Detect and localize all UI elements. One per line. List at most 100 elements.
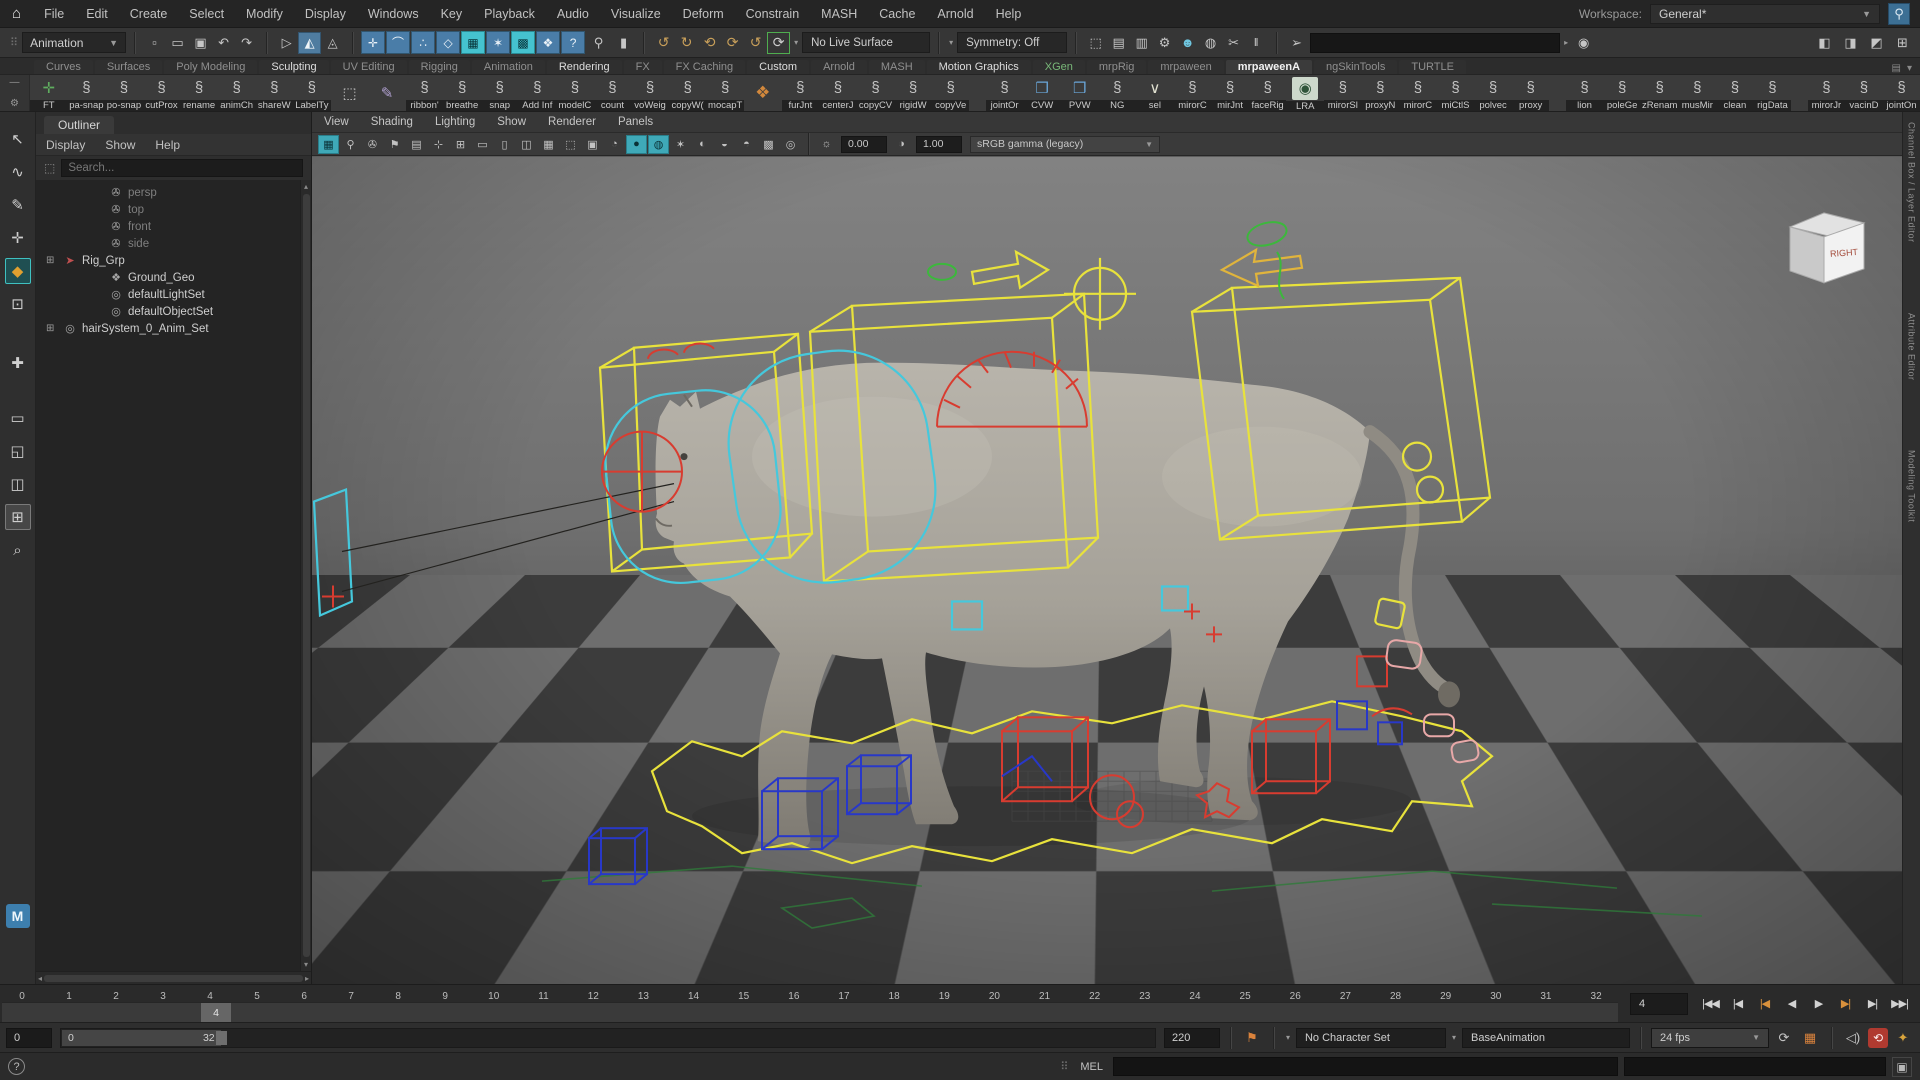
menu-item[interactable]: Deform xyxy=(672,7,735,21)
shelf-item[interactable]: § cutProx xyxy=(143,75,181,111)
frame-tick-label[interactable]: 16 xyxy=(788,991,799,1002)
shelf-item[interactable]: ◉ LRA xyxy=(1286,75,1324,111)
shelf-item[interactable]: § ribbon' xyxy=(406,75,444,111)
shelf-tab[interactable]: Custom xyxy=(747,60,809,74)
playback-button[interactable]: ▶▶| xyxy=(1887,992,1912,1016)
history-icon[interactable]: ↺ xyxy=(744,32,767,54)
chevron-down-icon[interactable]: ▾ xyxy=(1452,1033,1456,1042)
shelf-tab[interactable]: Surfaces xyxy=(95,60,162,74)
frame-tick-label[interactable]: 0 xyxy=(18,991,26,1002)
shelf-item[interactable] xyxy=(969,75,985,111)
chevron-down-icon[interactable]: ▾ xyxy=(1286,1033,1290,1042)
menu-item[interactable]: Select xyxy=(178,7,235,21)
snap-icon[interactable]: ∴ xyxy=(411,31,435,54)
sidebar-toggle-icon[interactable]: ◩ xyxy=(1865,32,1888,54)
shelf-item[interactable] xyxy=(1791,75,1807,111)
frame-tick-label[interactable]: 5 xyxy=(253,991,261,1002)
viewport-toolbar-icon[interactable]: ◎ xyxy=(780,135,801,154)
viewport-menu-item[interactable]: Shading xyxy=(371,116,413,128)
symmetry-field[interactable]: Symmetry: Off xyxy=(957,32,1067,53)
frame-tick-label[interactable]: 25 xyxy=(1240,991,1251,1002)
viewport-toolbar-icon[interactable]: ✇ xyxy=(362,135,383,154)
drag-grip-icon[interactable]: ⠿ xyxy=(1060,1060,1066,1073)
shelf-item[interactable]: § jointOr xyxy=(986,75,1024,111)
file-icon[interactable]: ▣ xyxy=(189,32,212,54)
viewport-toolbar-icon[interactable]: ▣ xyxy=(582,135,603,154)
snap-icon[interactable]: ◇ xyxy=(436,31,460,54)
sidebar-vertical-tab[interactable]: Channel Box / Layer Editor xyxy=(1907,122,1917,243)
frame-tick-label[interactable]: 12 xyxy=(588,991,599,1002)
viewport-toolbar-icon[interactable]: ▭ xyxy=(472,135,493,154)
sphere-icon[interactable]: ◉ xyxy=(1572,32,1595,54)
selection-mode-icon[interactable]: ◬ xyxy=(321,32,344,54)
menu-item[interactable]: Modify xyxy=(235,7,294,21)
command-input[interactable] xyxy=(1113,1057,1618,1076)
viewport-toolbar-icon[interactable]: ⚑ xyxy=(384,135,405,154)
file-icon[interactable]: ↶ xyxy=(212,32,235,54)
command-language-toggle[interactable]: MEL xyxy=(1076,1061,1107,1073)
shelf-tab[interactable]: Rigging xyxy=(409,60,470,74)
shelf-item[interactable]: § miCtlS xyxy=(1437,75,1475,111)
history-icon[interactable]: ⟲ xyxy=(698,32,721,54)
frame-tick-label[interactable]: 22 xyxy=(1089,991,1100,1002)
shelf-item[interactable]: § poleGe xyxy=(1603,75,1641,111)
range-handle[interactable] xyxy=(216,1031,227,1045)
snap-icon[interactable]: ▦ xyxy=(461,31,485,54)
menu-item[interactable]: Key xyxy=(430,7,474,21)
menu-item[interactable]: Cache xyxy=(868,7,926,21)
shelf-tab[interactable]: Sculpting xyxy=(259,60,328,74)
shelf-tab[interactable]: mrpaween xyxy=(1148,60,1223,74)
viewport-menu-item[interactable]: Lighting xyxy=(435,116,475,128)
sidebar-toggle-icon[interactable]: ⊞ xyxy=(1891,32,1914,54)
shelf-item[interactable]: § voWeig xyxy=(631,75,669,111)
menu-item[interactable]: Create xyxy=(119,7,179,21)
frame-tick-label[interactable]: 20 xyxy=(989,991,1000,1002)
menu-item[interactable]: Display xyxy=(294,7,357,21)
snap-icon[interactable]: ✶ xyxy=(486,31,510,54)
shelf-config-icon[interactable]: ▤ xyxy=(1892,63,1901,74)
shelf-item[interactable]: § proxy xyxy=(1512,75,1550,111)
character-input-icon[interactable]: ➢ xyxy=(1285,32,1308,54)
menu-item[interactable]: Edit xyxy=(75,7,119,21)
viewport-toolbar-icon[interactable]: ⬚ xyxy=(560,135,581,154)
playback-button[interactable]: ◀ xyxy=(1779,992,1804,1016)
shelf-item[interactable]: § furJnt xyxy=(782,75,820,111)
outliner-hscrollbar[interactable]: ◂ ▸ xyxy=(36,971,311,984)
help-icon[interactable]: ? xyxy=(8,1058,25,1075)
viewport-menu-item[interactable]: Renderer xyxy=(548,116,596,128)
playback-range-bar[interactable]: 0 32 xyxy=(62,1030,221,1046)
shelf-tab[interactable]: Curves xyxy=(34,60,93,74)
frame-tick-label[interactable]: 13 xyxy=(638,991,649,1002)
frame-tick-label[interactable]: 8 xyxy=(394,991,402,1002)
chevron-down-icon[interactable]: ▾ xyxy=(794,38,798,47)
shelf-item[interactable] xyxy=(1549,75,1565,111)
shelf-item[interactable]: § zRenam xyxy=(1641,75,1679,111)
shelf-item[interactable]: ❒ PVW xyxy=(1061,75,1099,111)
viewport-toolbar-icon[interactable]: ⊹ xyxy=(428,135,449,154)
outliner-row[interactable]: ⊞ ◎ hairSystem_0_Anim_Set xyxy=(36,320,300,337)
playback-button[interactable]: |◀ xyxy=(1752,992,1777,1016)
snap-icon[interactable]: ▩ xyxy=(511,31,535,54)
shelf-item[interactable]: § po-snap xyxy=(105,75,143,111)
sidebar-toggle-icon[interactable]: ◨ xyxy=(1839,32,1862,54)
frame-tick-label[interactable]: 1 xyxy=(65,991,73,1002)
current-frame-field[interactable]: 4 xyxy=(1630,993,1688,1015)
playback-button[interactable]: ▶| xyxy=(1833,992,1858,1016)
shelf-tab[interactable]: Animation xyxy=(472,60,545,74)
layout-button[interactable]: ⌕ xyxy=(5,537,31,563)
shelf-item[interactable]: ❖ xyxy=(744,75,782,111)
playback-button[interactable]: |◀◀ xyxy=(1698,992,1723,1016)
frame-tick-label[interactable]: 32 xyxy=(1591,991,1602,1002)
outliner-menu-item[interactable]: Show xyxy=(105,138,147,152)
shelf-item[interactable]: § centerJ xyxy=(819,75,857,111)
scroll-up-icon[interactable]: ▴ xyxy=(304,182,308,191)
shelf-item[interactable]: § Add Inf xyxy=(519,75,557,111)
menu-item[interactable]: Audio xyxy=(546,7,600,21)
tool-button[interactable]: ✛ xyxy=(5,225,31,251)
shelf-tab[interactable]: MASH xyxy=(869,60,925,74)
shelf-item[interactable]: § rigData xyxy=(1754,75,1792,111)
frame-tick-label[interactable]: 27 xyxy=(1340,991,1351,1002)
viewport-toolbar-icon[interactable]: ✶ xyxy=(670,135,691,154)
shelf-item[interactable]: § copyW( xyxy=(669,75,707,111)
shelf-tab[interactable]: ngSkinTools xyxy=(1314,60,1397,74)
